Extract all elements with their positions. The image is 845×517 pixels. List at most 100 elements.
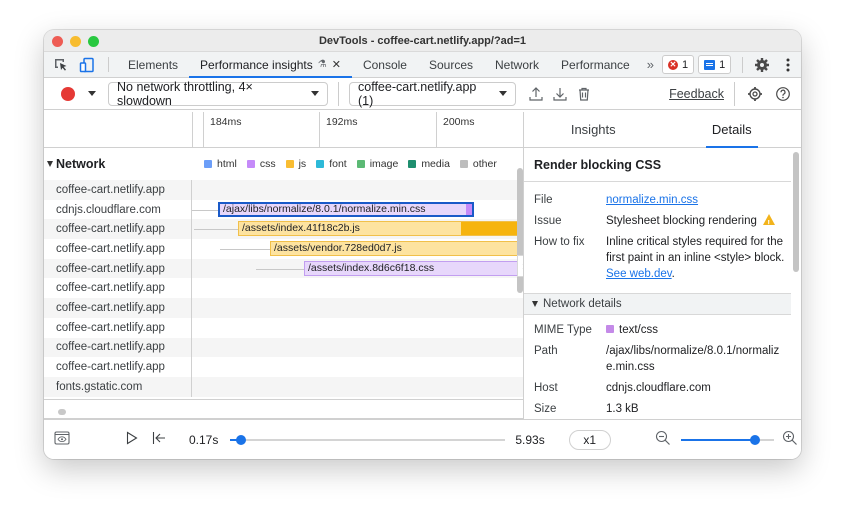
request-wait-line xyxy=(192,209,218,211)
tab-details[interactable]: Details xyxy=(663,112,802,147)
slider-fill xyxy=(680,438,756,441)
tab-sources[interactable]: Sources xyxy=(418,52,484,77)
maximize-window-button[interactable] xyxy=(88,36,99,47)
record-button[interactable] xyxy=(61,86,75,101)
jump-to-start-button[interactable] xyxy=(152,431,166,448)
issue-field: Issue Stylesheet blocking rendering xyxy=(524,213,791,232)
tab-console[interactable]: Console xyxy=(352,52,418,77)
network-row[interactable]: coffee-cart.netlify.app xyxy=(44,180,523,200)
sidebar-scrollbar[interactable] xyxy=(793,152,799,272)
minimize-window-button[interactable] xyxy=(70,36,81,47)
help-button[interactable] xyxy=(775,86,791,102)
panel-tabbar: Elements Performance insights ⚗ ✕ Consol… xyxy=(44,52,801,78)
tab-elements[interactable]: Elements xyxy=(117,52,189,77)
row-host: coffee-cart.netlify.app xyxy=(44,298,192,318)
web-dev-link[interactable]: See web.dev xyxy=(606,268,672,280)
tab-network[interactable]: Network xyxy=(484,52,550,77)
network-track-header: Network html css js font image media other xyxy=(44,148,523,180)
network-row[interactable]: coffee-cart.netlify.app xyxy=(44,337,523,358)
close-window-button[interactable] xyxy=(52,36,63,47)
network-row[interactable]: cdnjs.cloudflare.com/ajax/libs/normalize… xyxy=(44,199,523,220)
request-label: /assets/index.8d6c6f18.css xyxy=(308,261,435,274)
network-row[interactable]: coffee-cart.netlify.app xyxy=(44,298,523,318)
tab-label: Console xyxy=(362,57,407,72)
request-bar[interactable]: /assets/index.41f18c2b.js xyxy=(238,221,522,237)
errors-badge[interactable]: ✕ 1 xyxy=(661,55,695,74)
tab-performance-insights[interactable]: Performance insights ⚗ ✕ xyxy=(189,52,352,78)
slider-handle[interactable] xyxy=(750,434,761,445)
tab-performance[interactable]: Performance xyxy=(550,52,641,77)
row-host: coffee-cart.netlify.app xyxy=(44,180,192,200)
delete-recording-button[interactable] xyxy=(576,86,592,102)
file-link[interactable]: normalize.min.css xyxy=(606,194,698,206)
legend-item-html: html xyxy=(204,158,237,170)
messages-badge[interactable]: 1 xyxy=(698,55,732,74)
network-details-toggle[interactable]: Network details xyxy=(524,293,791,315)
record-options-dropdown[interactable] xyxy=(88,91,96,96)
device-toolbar-button[interactable] xyxy=(74,52,100,77)
close-tab-icon[interactable]: ✕ xyxy=(332,58,341,71)
request-wait-line xyxy=(194,229,238,231)
feedback-link[interactable]: Feedback xyxy=(669,87,724,101)
legend-swatch xyxy=(204,160,212,168)
track-divider xyxy=(192,112,193,147)
row-lane xyxy=(192,377,523,397)
settings-button[interactable] xyxy=(749,57,775,73)
playback-speed-button[interactable]: x1 xyxy=(568,429,611,450)
errors-count: 1 xyxy=(681,58,689,71)
resource-type-legend: html css js font image media other xyxy=(192,158,497,170)
zoom-slider[interactable] xyxy=(680,433,774,447)
throttling-value: No network throttling, 4× slowdown xyxy=(117,79,253,108)
request-wait-line xyxy=(220,248,270,250)
network-track-toggle[interactable]: Network xyxy=(44,157,192,171)
messages-count: 1 xyxy=(719,58,726,71)
recording-select[interactable]: coffee-cart.netlify.app (1) xyxy=(349,79,516,108)
play-button[interactable] xyxy=(126,431,138,448)
legend-item-css: css xyxy=(246,158,276,170)
window-controls xyxy=(52,36,99,47)
help-circle-icon xyxy=(776,86,790,101)
more-tabs-button[interactable]: » xyxy=(641,52,660,77)
row-lane: /ajax/libs/normalize/8.0.1/normalize.min… xyxy=(192,200,523,220)
jump-start-icon xyxy=(152,432,165,444)
recording-value: coffee-cart.netlify.app (1) xyxy=(358,79,477,108)
horizontal-scrollbar[interactable] xyxy=(58,409,66,415)
slider-handle[interactable] xyxy=(236,434,247,445)
network-row[interactable]: coffee-cart.netlify.app/assets/index.8d6… xyxy=(44,258,523,279)
capture-settings-button[interactable] xyxy=(747,86,763,102)
network-row[interactable]: coffee-cart.netlify.app xyxy=(44,317,523,338)
expand-sidebar-button[interactable]: › xyxy=(517,255,523,277)
timeline-slider[interactable] xyxy=(230,433,506,447)
gear-outline-icon xyxy=(748,86,762,101)
message-icon xyxy=(704,59,716,70)
export-button[interactable] xyxy=(528,86,544,102)
toggle-preview-button[interactable] xyxy=(54,431,70,448)
download-icon xyxy=(553,87,567,101)
path-value: /ajax/libs/normalize/8.0.1/normalize.min… xyxy=(606,345,780,373)
row-lane xyxy=(192,278,523,298)
inspect-element-button[interactable] xyxy=(48,52,74,77)
network-row[interactable]: coffee-cart.netlify.app xyxy=(44,357,523,377)
request-wait-line xyxy=(256,268,304,270)
zoom-in-button[interactable] xyxy=(782,430,798,449)
network-row[interactable]: coffee-cart.netlify.app/assets/index.41f… xyxy=(44,219,523,240)
request-bar[interactable]: /ajax/libs/normalize/8.0.1/normalize.min… xyxy=(218,201,474,217)
import-button[interactable] xyxy=(552,86,568,102)
divider xyxy=(338,81,339,106)
insight-title: Render blocking CSS xyxy=(524,148,791,182)
more-options-button[interactable] xyxy=(775,57,801,73)
network-row[interactable]: coffee-cart.netlify.app/assets/vendor.72… xyxy=(44,239,523,259)
network-row[interactable]: fonts.gstatic.com xyxy=(44,376,523,397)
tab-label: Details xyxy=(711,122,752,137)
request-bar[interactable]: /assets/index.8d6c6f18.css xyxy=(304,260,522,276)
row-lane: /assets/index.41f18c2b.js xyxy=(192,219,523,239)
row-host: cdnjs.cloudflare.com xyxy=(44,199,192,220)
tab-insights[interactable]: Insights xyxy=(524,112,663,147)
zoom-out-button[interactable] xyxy=(655,430,671,449)
row-lane: /assets/index.8d6c6f18.css xyxy=(192,259,523,279)
path-field: Path /ajax/libs/normalize/8.0.1/normaliz… xyxy=(524,343,791,375)
request-bar[interactable]: /assets/vendor.728ed0d7.js xyxy=(270,241,522,257)
throttling-select[interactable]: No network throttling, 4× slowdown xyxy=(108,79,328,108)
title-bar: DevTools - coffee-cart.netlify.app/?ad=1 xyxy=(44,30,801,52)
network-row[interactable]: coffee-cart.netlify.app xyxy=(44,278,523,299)
